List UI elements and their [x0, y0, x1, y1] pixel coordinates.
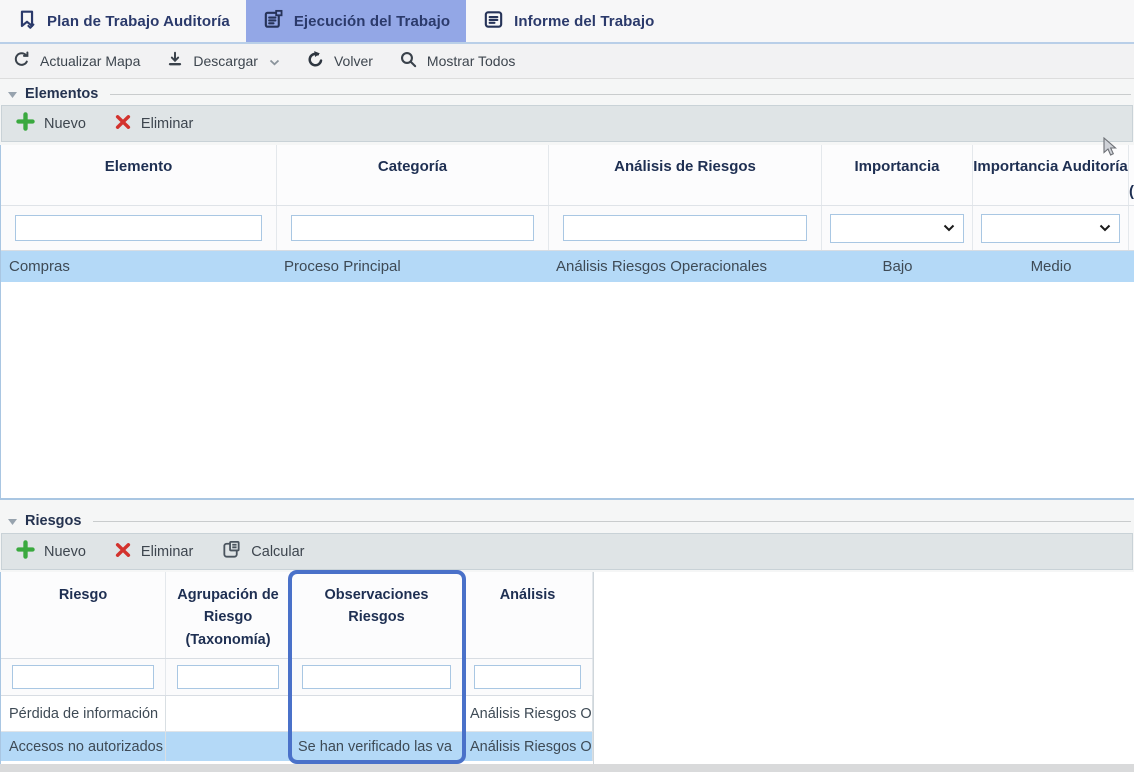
document-form-icon — [262, 8, 285, 35]
elementos-eliminar-button[interactable]: Eliminar — [114, 113, 193, 135]
elementos-header-row: Elemento Categoría Análisis de Riesgos I… — [1, 145, 1134, 206]
tab-label: Plan de Trabajo Auditoría — [47, 13, 230, 30]
importancia-filter-select[interactable] — [830, 214, 964, 243]
riesgos-filter-row — [1, 659, 593, 696]
column-header-observaciones-riesgos[interactable]: Observaciones Riesgos — [291, 572, 463, 658]
column-header-agrupacion-de-riesgo[interactable]: Agrupación de Riesgo (Taxonomía) — [166, 572, 291, 658]
tab-label: Ejecución del Trabajo — [294, 13, 450, 30]
tab-label: Informe del Trabajo — [514, 13, 654, 30]
collapse-triangle-icon[interactable] — [8, 513, 17, 529]
descargar-button[interactable]: Descargar — [166, 50, 280, 72]
delete-x-icon — [114, 113, 132, 135]
section-divider — [93, 521, 1131, 522]
riesgos-table-band: Riesgo Agrupación de Riesgo (Taxonomía) … — [0, 572, 1134, 764]
column-header-analisis[interactable]: Análisis — [463, 572, 593, 658]
section-title: Elementos — [25, 86, 98, 102]
download-icon — [166, 50, 184, 72]
elementos-table-row-compras[interactable]: Compras Proceso Principal Análisis Riesg… — [1, 251, 1134, 282]
tab-plan-de-trabajo-auditoria[interactable]: Plan de Trabajo Auditoría — [0, 0, 246, 42]
tab-ejecucion-del-trabajo[interactable]: Ejecución del Trabajo — [246, 0, 466, 42]
column-header-riesgo[interactable]: Riesgo — [1, 572, 166, 658]
cell-agrupacion — [166, 732, 291, 761]
chevron-down-icon — [943, 224, 955, 232]
plus-icon — [16, 112, 35, 135]
main-tabbar: Plan de Trabajo Auditoría Ejecución del … — [0, 0, 1134, 44]
riesgos-table-row-perdida[interactable]: Pérdida de información Análisis Riesgos … — [1, 696, 593, 732]
plus-icon — [16, 540, 35, 563]
riesgos-section-header: Riesgos — [0, 511, 1134, 531]
main-toolbar: Actualizar Mapa Descargar — [0, 44, 1134, 79]
column-header-clipped-next: ( — [1129, 145, 1134, 205]
action-label: Eliminar — [141, 116, 193, 132]
column-header-elemento[interactable]: Elemento — [1, 145, 277, 205]
search-icon — [399, 50, 418, 72]
cell-agrupacion — [166, 696, 291, 731]
cell-analisis: Análisis Riesgos Operacionales — [549, 258, 822, 275]
horizontal-scrollbar[interactable] — [0, 764, 1134, 772]
chevron-down-icon — [1099, 224, 1111, 232]
section-title: Riesgos — [25, 513, 81, 529]
collapse-triangle-icon[interactable] — [8, 86, 17, 102]
riesgos-actionbar: Nuevo Eliminar Calcular — [1, 533, 1133, 570]
cell-riesgo: Accesos no autorizados — [1, 732, 166, 761]
toolbar-label: Actualizar Mapa — [40, 53, 140, 69]
elementos-actionbar: Nuevo Eliminar — [1, 105, 1133, 142]
analisis-filter-input[interactable] — [474, 665, 581, 689]
column-header-categoria[interactable]: Categoría — [277, 145, 549, 205]
riesgo-filter-input[interactable] — [12, 665, 154, 689]
elemento-filter-input[interactable] — [15, 215, 262, 241]
elementos-nuevo-button[interactable]: Nuevo — [16, 112, 86, 135]
cell-elemento: Compras — [1, 258, 277, 275]
cell-categoria: Proceso Principal — [277, 258, 549, 275]
cell-analisis: Análisis Riesgos Operacionales — [463, 696, 593, 731]
cell-observaciones — [291, 696, 463, 731]
calculator-icon — [221, 539, 242, 564]
cell-importancia-auditoria: Medio — [973, 258, 1129, 275]
riesgos-nuevo-button[interactable]: Nuevo — [16, 540, 86, 563]
column-header-analisis-de-riesgos[interactable]: Análisis de Riesgos — [549, 145, 822, 205]
cell-observaciones: Se han verificado las va — [291, 732, 463, 761]
action-label: Calcular — [251, 544, 304, 560]
riesgos-table: Riesgo Agrupación de Riesgo (Taxonomía) … — [0, 572, 594, 764]
riesgos-eliminar-button[interactable]: Eliminar — [114, 541, 193, 563]
refresh-icon — [12, 50, 31, 72]
categoria-filter-input[interactable] — [291, 215, 534, 241]
section-divider — [110, 94, 1131, 95]
audit-app-window: Plan de Trabajo Auditoría Ejecución del … — [0, 0, 1134, 772]
cell-importancia: Bajo — [822, 258, 973, 275]
column-header-importancia[interactable]: Importancia — [822, 145, 973, 205]
analisis-riesgos-filter-input[interactable] — [563, 215, 807, 241]
action-label: Nuevo — [44, 544, 86, 560]
riesgos-header-row: Riesgo Agrupación de Riesgo (Taxonomía) … — [1, 572, 593, 659]
riesgos-calcular-button[interactable]: Calcular — [221, 539, 304, 564]
chevron-down-icon[interactable] — [269, 53, 280, 69]
cell-analisis: Análisis Riesgos Operacionales — [463, 732, 593, 761]
observaciones-filter-input[interactable] — [302, 665, 451, 689]
agrupacion-filter-input[interactable] — [177, 665, 279, 689]
toolbar-label: Mostrar Todos — [427, 53, 515, 69]
elementos-table: Elemento Categoría Análisis de Riesgos I… — [0, 145, 1134, 500]
elementos-filter-row — [1, 206, 1134, 251]
undo-icon — [306, 50, 325, 72]
mostrar-todos-button[interactable]: Mostrar Todos — [399, 50, 515, 72]
importancia-auditoria-filter-select[interactable] — [981, 214, 1120, 243]
column-header-importancia-auditoria[interactable]: Importancia Auditoría — [973, 145, 1129, 205]
volver-button[interactable]: Volver — [306, 50, 373, 72]
elementos-section-header: Elementos — [0, 84, 1134, 104]
actualizar-mapa-button[interactable]: Actualizar Mapa — [12, 50, 140, 72]
tab-informe-del-trabajo[interactable]: Informe del Trabajo — [466, 0, 670, 42]
delete-x-icon — [114, 541, 132, 563]
toolbar-label: Volver — [334, 53, 373, 69]
action-label: Nuevo — [44, 116, 86, 132]
riesgos-table-row-accesos[interactable]: Accesos no autorizados Se han verificado… — [1, 732, 593, 761]
cell-riesgo: Pérdida de información — [1, 696, 166, 731]
document-lines-icon — [482, 8, 505, 35]
bookmark-check-icon — [16, 8, 38, 35]
action-label: Eliminar — [141, 544, 193, 560]
toolbar-label: Descargar — [193, 53, 258, 69]
